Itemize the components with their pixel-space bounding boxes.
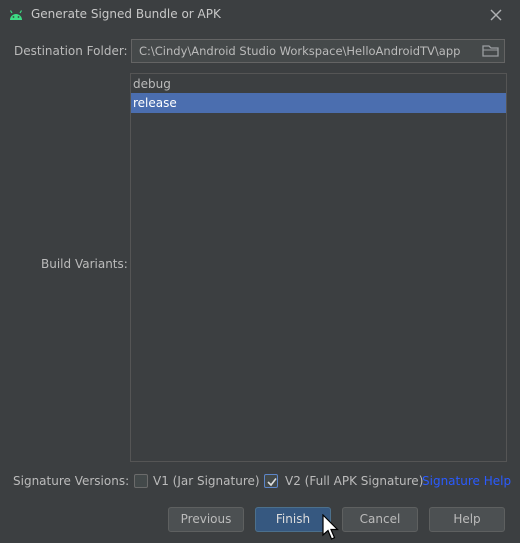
android-icon (9, 10, 23, 20)
build-variants-list[interactable]: debug release (130, 73, 507, 462)
signature-help-link[interactable]: Signature Help (422, 474, 511, 488)
variant-item-release[interactable]: release (131, 93, 506, 113)
destination-folder-input[interactable] (132, 40, 477, 62)
cancel-button[interactable]: Cancel (342, 507, 418, 532)
close-icon[interactable] (486, 5, 506, 25)
title-bar: Generate Signed Bundle or APK (0, 0, 520, 30)
v1-signature-label: V1 (Jar Signature) (153, 474, 260, 488)
destination-folder-field[interactable] (131, 39, 505, 63)
finish-button[interactable]: Finish (255, 507, 331, 532)
window-title: Generate Signed Bundle or APK (31, 7, 221, 21)
v1-signature-checkbox[interactable] (134, 474, 148, 488)
v2-signature-label: V2 (Full APK Signature) (285, 474, 424, 488)
variant-item-debug[interactable]: debug (131, 74, 506, 94)
v2-signature-checkbox[interactable] (264, 474, 278, 488)
checkmark-icon (267, 478, 277, 487)
destination-folder-label: Destination Folder: (14, 44, 128, 58)
folder-icon[interactable] (481, 43, 501, 59)
signature-versions-label: Signature Versions: (13, 474, 130, 488)
previous-button[interactable]: Previous (168, 507, 244, 532)
help-button[interactable]: Help (429, 507, 505, 532)
build-variants-label: Build Variants: (41, 257, 128, 271)
